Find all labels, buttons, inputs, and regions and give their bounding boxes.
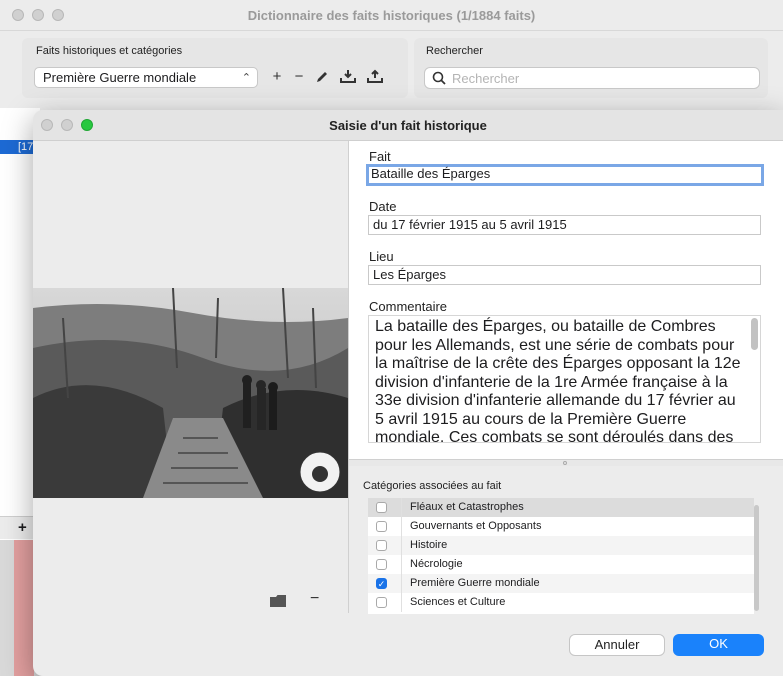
column-separator (401, 517, 402, 536)
folder-icon[interactable] (270, 595, 286, 610)
category-row[interactable]: ✓ Première Guerre mondiale (368, 574, 754, 593)
image-panel: − (33, 141, 349, 613)
date-field[interactable]: du 17 février 1915 au 5 avril 1915 (368, 215, 761, 235)
category-label: Sciences et Culture (410, 596, 506, 608)
export-icon[interactable] (367, 69, 383, 87)
pencil-icon[interactable] (315, 70, 329, 87)
category-checkbox-checked[interactable]: ✓ (376, 578, 387, 589)
column-separator (401, 536, 402, 555)
background-strip (14, 540, 34, 676)
category-label: Nécrologie (410, 558, 463, 570)
main-titlebar: Dictionnaire des faits historiques (1/18… (0, 0, 783, 31)
category-checkbox[interactable] (376, 540, 387, 551)
category-label: Fléaux et Catastrophes (410, 501, 524, 513)
commentaire-textarea[interactable]: La bataille des Éparges, ou bataille de … (368, 315, 761, 443)
category-row[interactable]: Nécrologie (368, 555, 754, 574)
updown-chevron-icon: ⌃ (241, 72, 251, 84)
search-label: Rechercher (426, 45, 483, 57)
ok-button[interactable]: OK (673, 634, 764, 656)
category-select[interactable]: Première Guerre mondiale ⌃ (34, 67, 258, 88)
category-checkbox[interactable] (376, 597, 387, 608)
search-icon (432, 71, 446, 88)
lieu-label: Lieu (369, 249, 394, 264)
categories-label: Catégories associées au fait (363, 480, 502, 492)
category-row[interactable]: Histoire (368, 536, 754, 555)
add-icon[interactable]: + (268, 68, 286, 85)
category-row[interactable]: Gouvernants et Opposants (368, 517, 754, 536)
remove-icon[interactable]: − (290, 68, 308, 85)
column-separator (401, 498, 402, 517)
categories-scrollbar[interactable] (754, 505, 759, 611)
category-row[interactable]: Fléaux et Catastrophes (368, 498, 754, 517)
historical-photo[interactable] (33, 288, 348, 498)
entry-dialog: Saisie d'un fait historique − Fait Batai… (33, 110, 783, 676)
category-checkbox[interactable] (376, 559, 387, 570)
column-separator (401, 574, 402, 593)
search-placeholder: Rechercher (452, 71, 520, 86)
search-input[interactable]: Rechercher (424, 67, 760, 89)
remove-image-button[interactable]: − (310, 590, 319, 608)
divider-handle-icon[interactable] (563, 461, 567, 465)
category-checkbox[interactable] (376, 521, 387, 532)
import-icon[interactable] (340, 69, 356, 87)
category-label: Première Guerre mondiale (410, 577, 540, 589)
date-label: Date (369, 199, 397, 214)
add-fact-button[interactable]: + (18, 519, 27, 536)
category-checkbox[interactable] (376, 502, 387, 513)
lieu-field[interactable]: Les Éparges (368, 265, 761, 285)
dialog-titlebar: Saisie d'un fait historique (33, 110, 783, 141)
commentaire-scrollbar[interactable] (751, 318, 758, 350)
dialog-title: Saisie d'un fait historique (329, 118, 487, 133)
fait-label: Fait (369, 149, 391, 164)
column-separator (401, 555, 402, 574)
cancel-button[interactable]: Annuler (569, 634, 665, 656)
facts-categories-label: Faits historiques et catégories (36, 45, 183, 57)
categories-list[interactable]: Fléaux et Catastrophes Gouvernants et Op… (368, 498, 754, 614)
window-title: Dictionnaire des faits historiques (1/18… (247, 8, 536, 23)
fait-field[interactable]: Bataille des Éparges (366, 164, 764, 186)
commentaire-label: Commentaire (369, 299, 448, 314)
category-label: Gouvernants et Opposants (410, 520, 542, 532)
category-row[interactable]: Sciences et Culture (368, 593, 754, 612)
category-select-value: Première Guerre mondiale (43, 70, 197, 85)
column-separator (401, 593, 402, 612)
category-label: Histoire (410, 539, 448, 551)
